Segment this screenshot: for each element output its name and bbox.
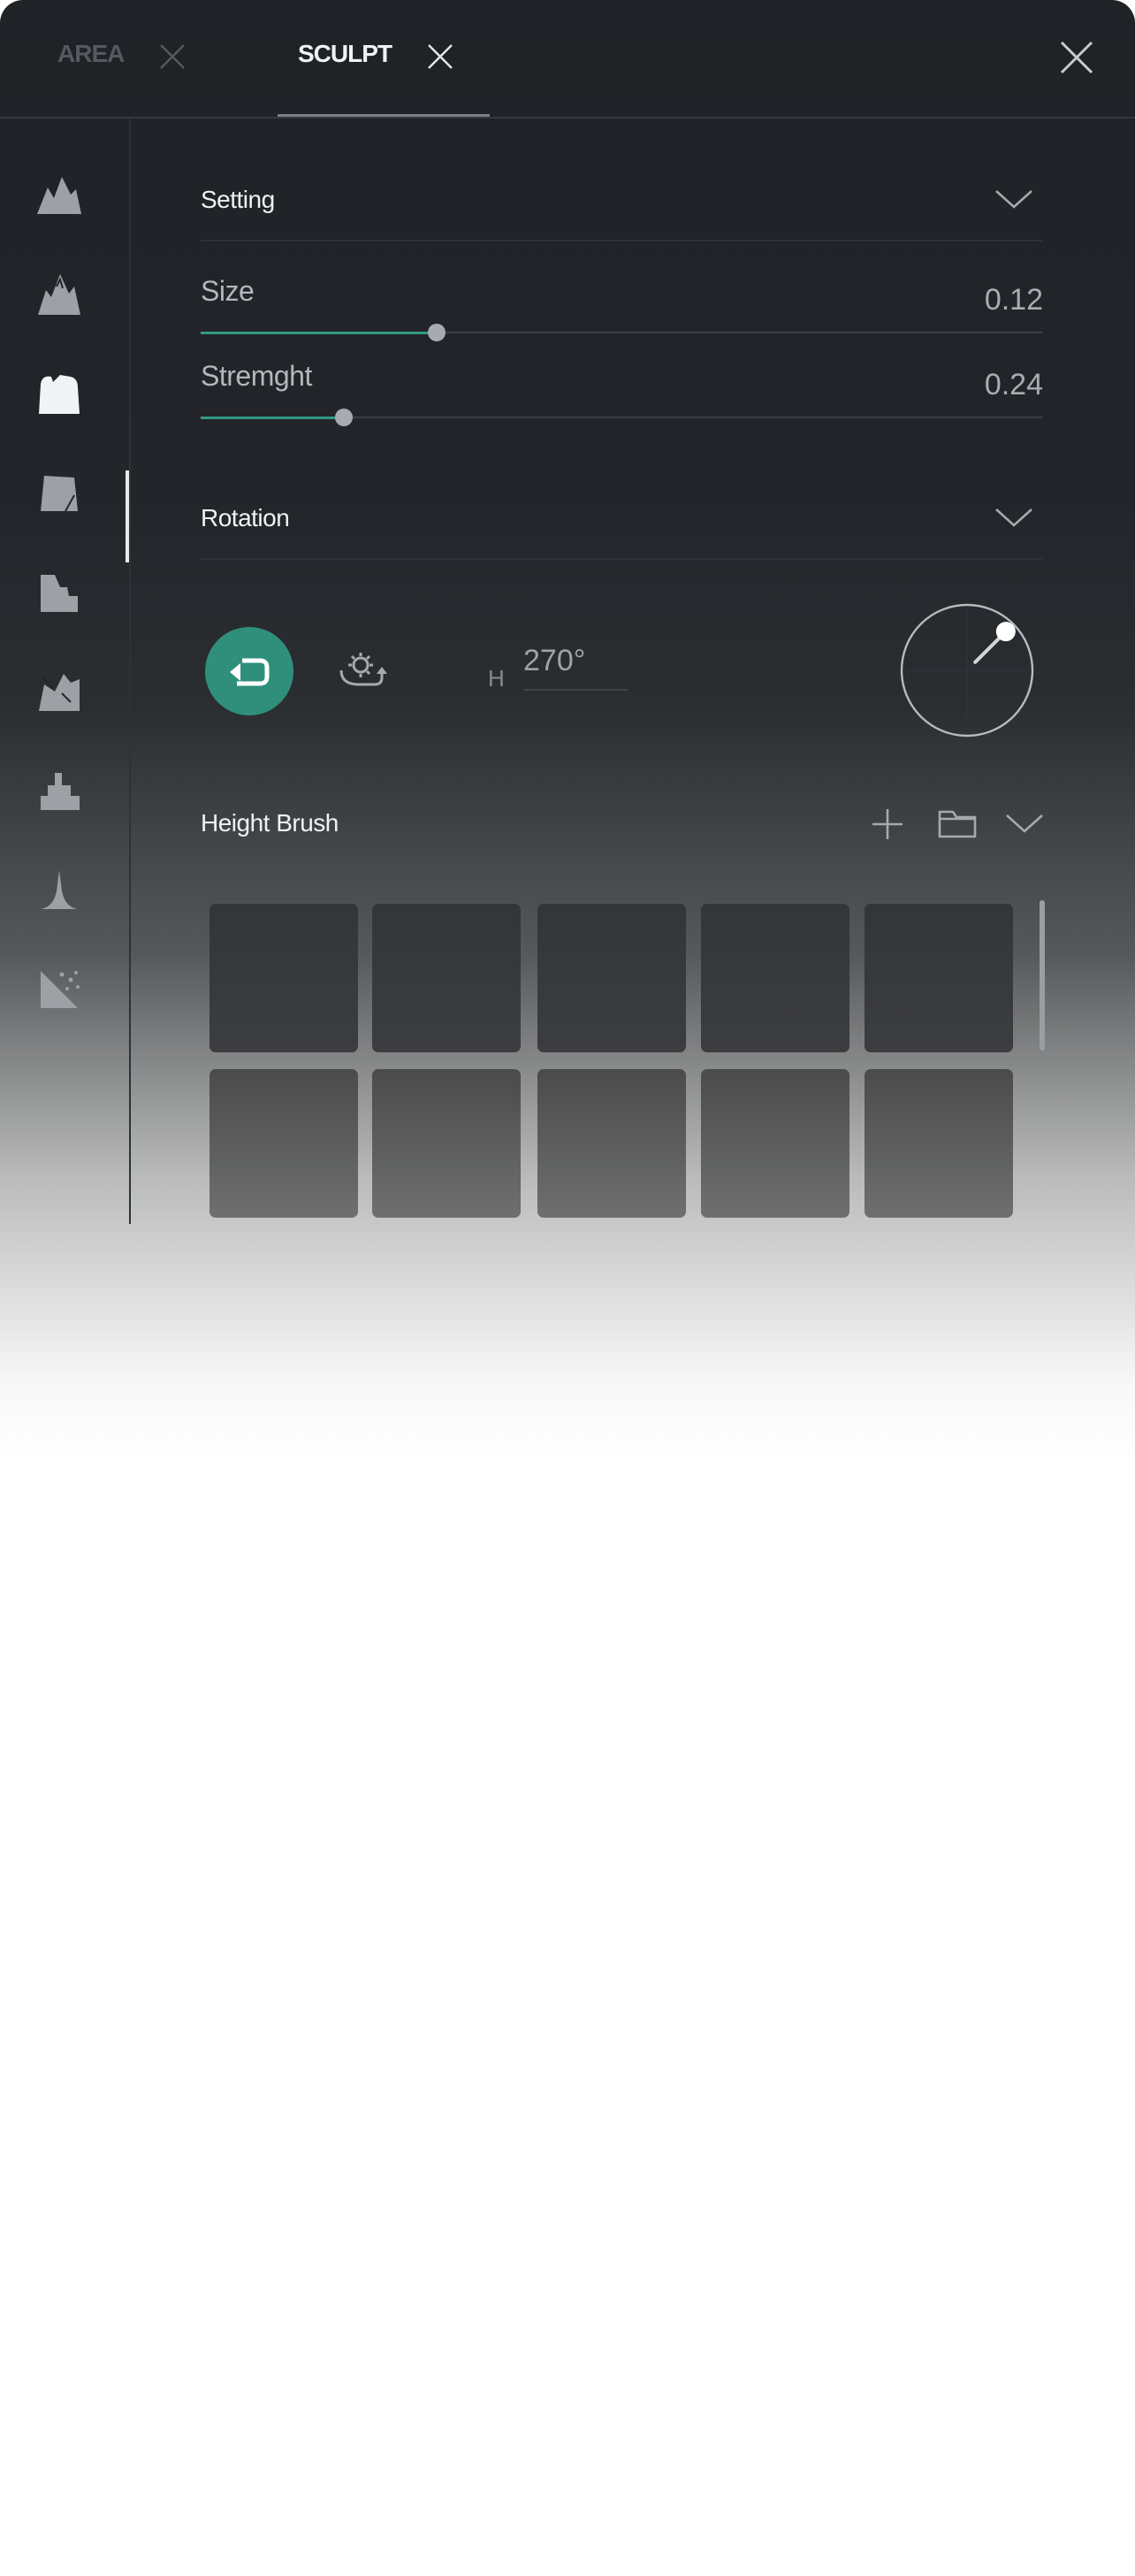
terrace-icon[interactable] xyxy=(35,568,83,615)
size-slider-handle[interactable] xyxy=(428,324,446,341)
rotation-divider xyxy=(201,558,1042,560)
strength-slider-handle[interactable] xyxy=(335,409,353,426)
mountains-icon[interactable] xyxy=(35,172,83,219)
brush-slot[interactable] xyxy=(372,904,521,1052)
cliff-block-icon[interactable] xyxy=(35,469,83,516)
brush-slot[interactable] xyxy=(537,904,686,1052)
size-slider-fill xyxy=(201,332,437,334)
close-tab-area-icon[interactable] xyxy=(157,42,187,72)
brush-slot[interactable] xyxy=(701,1069,849,1218)
size-value[interactable]: 0.12 xyxy=(985,283,1043,317)
strength-slider-fill xyxy=(201,417,344,419)
rotate-reset-icon xyxy=(230,658,270,686)
brush-slot[interactable] xyxy=(537,1069,686,1218)
heading-value-input[interactable]: 270° xyxy=(523,644,585,678)
heading-input-underline xyxy=(523,689,628,691)
tool-sidebar xyxy=(0,118,131,1224)
size-slider[interactable] xyxy=(201,324,1042,341)
stairs-icon[interactable] xyxy=(35,766,83,814)
setting-chevron-down-icon[interactable] xyxy=(994,186,1034,212)
rotate-reset-button[interactable] xyxy=(205,627,293,715)
height-brush-chevron-down-icon[interactable] xyxy=(1004,810,1045,837)
heading-label: H xyxy=(488,665,505,692)
sculpt-panel: AREA SCULPT Setting Size 0.12 Stremght 0… xyxy=(0,0,1135,1459)
mountain-peak-icon[interactable] xyxy=(35,271,83,318)
close-panel-icon[interactable] xyxy=(1058,39,1095,76)
strength-label: Stremght xyxy=(201,360,312,392)
sidebar-active-indicator xyxy=(126,470,129,562)
brush-slot[interactable] xyxy=(865,1069,1013,1218)
brush-grid-scrollbar[interactable] xyxy=(1040,900,1045,1051)
brush-slot[interactable] xyxy=(865,904,1013,1052)
spike-icon[interactable] xyxy=(35,865,83,913)
strength-value[interactable]: 0.24 xyxy=(985,368,1043,402)
strength-slider[interactable] xyxy=(201,409,1042,426)
erosion-icon[interactable] xyxy=(35,667,83,715)
setting-title: Setting xyxy=(201,186,275,213)
setting-divider xyxy=(201,240,1042,241)
scatter-icon[interactable] xyxy=(35,964,83,1012)
brush-slot[interactable] xyxy=(209,904,358,1052)
plateau-icon[interactable] xyxy=(35,370,83,417)
tab-area[interactable]: AREA xyxy=(57,40,125,68)
folder-icon[interactable] xyxy=(937,806,978,840)
tab-bar: AREA SCULPT xyxy=(0,0,1135,118)
rotation-dial[interactable] xyxy=(898,601,1036,739)
size-label: Size xyxy=(201,275,255,307)
height-brush-title: Height Brush xyxy=(201,809,339,837)
brush-slot[interactable] xyxy=(209,1069,358,1218)
tab-sculpt[interactable]: SCULPT xyxy=(298,40,392,68)
brush-slot[interactable] xyxy=(372,1069,521,1218)
add-icon[interactable] xyxy=(870,806,905,842)
close-tab-sculpt-icon[interactable] xyxy=(425,42,455,72)
brush-slot[interactable] xyxy=(701,904,849,1052)
rotation-chevron-down-icon[interactable] xyxy=(994,504,1034,531)
rotation-title: Rotation xyxy=(201,504,290,531)
rotation-dial-handle[interactable] xyxy=(995,622,1016,642)
tab-bar-divider xyxy=(0,117,1135,118)
rotate-random-icon[interactable] xyxy=(336,646,389,693)
